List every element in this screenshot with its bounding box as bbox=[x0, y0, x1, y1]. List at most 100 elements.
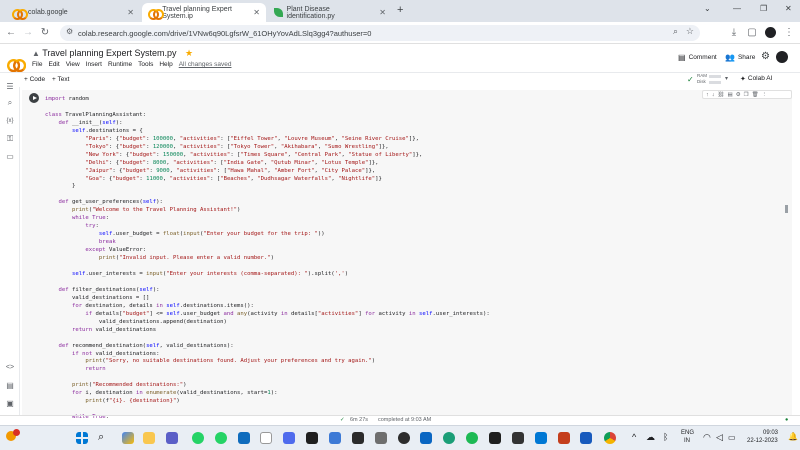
app-icon[interactable] bbox=[329, 432, 341, 444]
battery-icon[interactable]: ▭ bbox=[728, 433, 736, 442]
bookmark-star-icon[interactable]: ☆ bbox=[686, 26, 694, 37]
cloud-icon[interactable]: ☁ bbox=[646, 432, 655, 443]
powerpoint-icon[interactable] bbox=[558, 432, 570, 444]
reload-icon[interactable]: ↻ bbox=[38, 26, 52, 40]
runtime-dropdown-icon[interactable]: ▾ bbox=[725, 75, 728, 82]
ram-label[interactable]: RAM bbox=[697, 73, 707, 78]
lang-line1[interactable]: ENG bbox=[681, 430, 694, 436]
move-down-icon[interactable]: ↓ bbox=[712, 92, 715, 98]
add-text-button[interactable]: + Text bbox=[52, 76, 69, 83]
chrome-icon[interactable] bbox=[604, 432, 616, 444]
profile-avatar[interactable] bbox=[765, 27, 776, 38]
lang-line2[interactable]: IN bbox=[684, 438, 690, 444]
new-tab-button[interactable]: + bbox=[397, 4, 403, 16]
code-snippets-icon[interactable]: <> bbox=[4, 363, 16, 373]
menu-edit[interactable]: Edit bbox=[48, 61, 59, 68]
app-icon[interactable] bbox=[443, 432, 455, 444]
share-button[interactable]: 👥 Share bbox=[725, 53, 755, 62]
add-code-button[interactable]: + Code bbox=[24, 76, 45, 83]
mirror-cell-icon[interactable]: ❐ bbox=[744, 92, 749, 98]
more-options-icon[interactable]: ⋮ bbox=[762, 92, 768, 98]
variables-icon[interactable]: {x} bbox=[4, 116, 16, 126]
app-icon[interactable] bbox=[489, 432, 501, 444]
save-status[interactable]: All changes saved bbox=[179, 61, 232, 68]
file-explorer-icon[interactable] bbox=[143, 432, 155, 444]
code-line: break bbox=[98, 239, 116, 246]
mail-icon[interactable] bbox=[238, 432, 250, 444]
link-icon[interactable]: ⛓ bbox=[718, 92, 725, 98]
settings-gear-icon[interactable]: ⚙ bbox=[761, 51, 770, 62]
wifi-icon[interactable]: ◠ bbox=[703, 432, 711, 443]
command-palette-icon[interactable]: ▤ bbox=[4, 381, 16, 391]
colab-ai-button[interactable]: ✦ Colab AI bbox=[740, 75, 772, 83]
run-cell-button[interactable] bbox=[29, 93, 39, 103]
files-folder-icon[interactable]: ▭ bbox=[4, 152, 16, 162]
volume-icon[interactable]: ◁ bbox=[716, 432, 723, 443]
linkedin-icon[interactable] bbox=[420, 432, 432, 444]
tray-chevron-icon[interactable]: ^ bbox=[632, 432, 636, 442]
colab-home-logo-icon[interactable] bbox=[7, 54, 27, 73]
notebook-title[interactable]: Travel planning Expert System.py bbox=[42, 48, 176, 58]
download-icon[interactable]: ⤓ bbox=[727, 26, 741, 40]
word-icon[interactable] bbox=[580, 432, 592, 444]
back-icon[interactable]: ← bbox=[4, 26, 18, 40]
clock-time[interactable]: 09:03 bbox=[763, 430, 778, 436]
terminal-icon[interactable]: ▣ bbox=[4, 399, 16, 409]
comment-cell-icon[interactable]: ▤ bbox=[727, 92, 732, 98]
app-icon[interactable] bbox=[466, 432, 478, 444]
search-taskbar-icon[interactable]: ⌕ bbox=[98, 431, 104, 444]
menu-tools[interactable]: Tools bbox=[138, 61, 153, 68]
menu-help[interactable]: Help bbox=[159, 61, 172, 68]
close-tab-icon[interactable]: ✕ bbox=[127, 8, 134, 17]
star-icon[interactable]: ★ bbox=[185, 48, 193, 58]
scrollbar-thumb[interactable] bbox=[785, 205, 788, 213]
status-close-icon[interactable]: ● bbox=[785, 417, 788, 423]
address-bar[interactable]: ⚙ colab.research.google.com/drive/1VNw6q… bbox=[60, 25, 700, 41]
table-of-contents-icon[interactable]: ☰ bbox=[4, 82, 16, 92]
code-editor[interactable]: import random class TravelPlanningAssist… bbox=[45, 96, 490, 422]
delete-cell-icon[interactable]: 🗑 bbox=[752, 92, 759, 98]
menu-file[interactable]: File bbox=[32, 61, 42, 68]
maximize-button[interactable]: ❐ bbox=[760, 4, 767, 13]
whatsapp-icon[interactable] bbox=[192, 432, 204, 444]
menu-runtime[interactable]: Runtime bbox=[108, 61, 132, 68]
forward-icon[interactable]: → bbox=[21, 26, 35, 40]
extensions-icon[interactable]: ▢ bbox=[745, 26, 759, 40]
tab-travel-planning[interactable]: Travel planning Expert System.ip ✕ bbox=[142, 3, 266, 22]
tab-plant-disease[interactable]: Plant Disease identification.py ✕ bbox=[268, 3, 392, 22]
disk-label[interactable]: Disk bbox=[697, 79, 706, 84]
app-icon[interactable] bbox=[352, 432, 364, 444]
app-icon[interactable] bbox=[306, 432, 318, 444]
zoom-search-icon[interactable]: ⌕ bbox=[673, 26, 678, 37]
comment-button[interactable]: ▤ Comment bbox=[678, 53, 717, 62]
tab-search-icon[interactable]: ⌄ bbox=[704, 4, 711, 13]
notifications-bell-icon[interactable]: 🔔 bbox=[788, 432, 798, 441]
app-icon[interactable] bbox=[283, 432, 295, 444]
settings-cell-icon[interactable]: ⚙ bbox=[736, 92, 741, 98]
app-icon[interactable] bbox=[398, 432, 410, 444]
close-tab-icon[interactable]: ✕ bbox=[253, 8, 260, 17]
teams-icon[interactable] bbox=[166, 432, 178, 444]
tab-colab-google[interactable]: colab.google ✕ bbox=[6, 3, 140, 22]
windows-start-icon[interactable] bbox=[76, 432, 88, 444]
menu-insert[interactable]: Insert bbox=[86, 61, 102, 68]
bluetooth-icon[interactable]: ᛒ bbox=[663, 432, 668, 442]
copilot-icon[interactable] bbox=[122, 432, 134, 444]
close-tab-icon[interactable]: ✕ bbox=[379, 8, 386, 17]
minimize-button[interactable]: — bbox=[733, 4, 741, 13]
close-window-button[interactable]: ✕ bbox=[785, 4, 792, 13]
account-avatar[interactable] bbox=[776, 51, 788, 63]
whatsapp-icon[interactable] bbox=[215, 432, 227, 444]
search-icon[interactable]: ⌕ bbox=[4, 98, 16, 108]
browser-menu-icon[interactable]: ⋮ bbox=[782, 26, 796, 40]
move-up-icon[interactable]: ↑ bbox=[706, 92, 709, 98]
app-icon[interactable] bbox=[512, 432, 524, 444]
app-icon[interactable] bbox=[375, 432, 387, 444]
amazon-icon[interactable] bbox=[260, 432, 272, 444]
code-cell[interactable]: ↑ ↓ ⛓ ▤ ⚙ ❐ 🗑 ⋮ import random class Trav… bbox=[22, 90, 792, 420]
clock-date[interactable]: 22-12-2023 bbox=[747, 438, 778, 444]
menu-view[interactable]: View bbox=[66, 61, 80, 68]
app-icon[interactable] bbox=[535, 432, 547, 444]
site-info-icon[interactable]: ⚙ bbox=[66, 27, 73, 36]
secrets-key-icon[interactable]: ⚿ bbox=[4, 134, 16, 144]
